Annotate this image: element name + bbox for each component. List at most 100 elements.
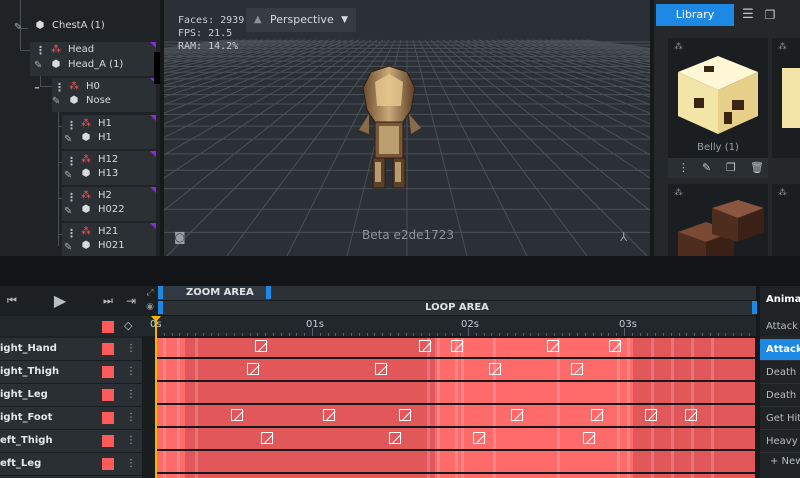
bone-track-row[interactable]: eft_Thigh ⋮ <box>0 430 142 453</box>
outliner-item[interactable]: ⬢ H13 <box>80 167 119 181</box>
keyframe[interactable] <box>231 409 243 421</box>
edit-icon[interactable]: ✎ <box>64 170 72 181</box>
track-color-swatch[interactable] <box>102 321 114 333</box>
track-color-swatch[interactable] <box>102 366 114 378</box>
drag-handle-icon[interactable]: ⋮ <box>35 45 46 56</box>
more-options-icon[interactable]: ⋮ <box>678 161 689 174</box>
library-card[interactable]: ⁂ Belly (1) <box>668 38 768 158</box>
time-ruler[interactable]: 0s 01s 02s 03s <box>142 316 756 336</box>
outliner-item[interactable]: ⁂ H0 <box>68 80 100 94</box>
play-button-icon[interactable]: ▶ <box>24 286 96 316</box>
outliner-item[interactable]: ⁂ H21 <box>80 225 118 239</box>
keyframe[interactable] <box>583 432 595 444</box>
edit-icon[interactable]: ✎ <box>64 206 72 217</box>
bone-track-row[interactable]: ight_Hand ⋮ <box>0 338 142 361</box>
panel-divider[interactable] <box>0 256 800 286</box>
trash-icon[interactable]: 🗑 <box>750 161 764 174</box>
outliner-item[interactable]: ⬢ ChestA (1) <box>34 19 105 33</box>
keyframe[interactable] <box>389 432 401 444</box>
scrollbar-thumb[interactable] <box>154 52 160 84</box>
outliner-item[interactable]: ⁂ H2 <box>80 189 112 203</box>
camera-mode-select[interactable]: ▲ Perspective ▼ <box>246 8 356 32</box>
edit-icon[interactable]: ✎ <box>34 60 42 71</box>
keyframe[interactable] <box>255 340 267 352</box>
animation-item[interactable]: Heavy A <box>760 431 800 453</box>
outliner-item[interactable]: ⬢ H022 <box>80 203 125 217</box>
keyframe-track[interactable] <box>155 338 755 357</box>
menu-icon[interactable]: ☰ <box>738 4 758 26</box>
eye-icon[interactable]: ◉ <box>142 300 158 314</box>
jump-end-icon[interactable]: ⇥ <box>120 286 142 316</box>
keyframe-diamond-icon[interactable]: ◇ <box>124 319 132 332</box>
edit-icon[interactable]: ✎ <box>64 134 72 145</box>
keyframe[interactable] <box>591 409 603 421</box>
track-color-swatch[interactable] <box>102 343 114 355</box>
axes-gizmo-icon[interactable]: ⅄ <box>620 230 627 244</box>
animation-item[interactable]: Death 0 <box>760 362 800 384</box>
3d-viewport[interactable]: Faces: 2939 FPS: 21.5 RAM: 14.2% ▲ Persp… <box>164 0 650 256</box>
keyframe-tracks[interactable] <box>155 338 755 478</box>
outliner-item[interactable]: ⁂ H12 <box>80 153 118 167</box>
drag-handle-icon[interactable]: ⋮ <box>54 82 65 93</box>
keyframe[interactable] <box>547 340 559 352</box>
loop-handle-right[interactable] <box>752 301 757 314</box>
keyframe-track[interactable] <box>155 451 755 472</box>
track-color-swatch[interactable] <box>102 458 114 470</box>
keyframe[interactable] <box>261 432 273 444</box>
keyframe[interactable] <box>645 409 657 421</box>
jump-start-icon[interactable]: ⏮ <box>0 286 24 316</box>
expand-icon[interactable]: ⤢ <box>142 286 158 300</box>
more-options-icon[interactable]: ⋮ <box>126 453 136 475</box>
animation-item[interactable]: Attack 0 <box>760 316 800 338</box>
outliner-item[interactable]: ⬢ Head_A (1) <box>50 58 124 72</box>
collapse-icon[interactable]: – <box>34 82 40 93</box>
keyframe[interactable] <box>323 409 335 421</box>
loop-area[interactable]: LOOP AREA <box>158 301 756 315</box>
track-color-swatch[interactable] <box>102 435 114 447</box>
edit-icon[interactable]: ✎ <box>64 242 72 253</box>
keyframe[interactable] <box>511 409 523 421</box>
drag-handle-icon[interactable]: ⋮ <box>66 192 77 203</box>
more-options-icon[interactable]: ⋮ <box>126 384 136 406</box>
keyframe[interactable] <box>375 363 387 375</box>
outliner-item[interactable]: ⬢ H021 <box>80 239 125 253</box>
keyframe[interactable] <box>399 409 411 421</box>
keyframe[interactable] <box>685 409 697 421</box>
keyframe[interactable] <box>451 340 463 352</box>
keyframe-track[interactable] <box>155 428 755 449</box>
outliner-item[interactable]: ⁂ Head <box>50 43 94 57</box>
library-card[interactable]: ⁂ <box>772 184 800 256</box>
keyframe[interactable] <box>473 432 485 444</box>
outliner-item[interactable]: ⁂ H1 <box>80 117 112 131</box>
edit-icon[interactable]: ✎ <box>702 161 711 174</box>
zoom-handle-right[interactable] <box>266 286 271 299</box>
library-card[interactable]: ⁂ <box>772 38 800 158</box>
new-animation-button[interactable]: + New <box>770 456 800 467</box>
zoom-area[interactable]: ZOOM AREA <box>160 286 270 300</box>
keyframe[interactable] <box>419 340 431 352</box>
animation-item[interactable]: Death R <box>760 385 800 407</box>
bone-track-row[interactable]: eft_Leg ⋮ <box>0 453 142 476</box>
playhead[interactable] <box>155 318 157 478</box>
keyframe[interactable] <box>247 363 259 375</box>
keyframe-track[interactable] <box>155 382 755 403</box>
keyframe[interactable] <box>489 363 501 375</box>
animation-item[interactable]: Get Hit <box>760 408 800 430</box>
more-options-icon[interactable]: ⋮ <box>126 361 136 383</box>
edit-icon[interactable]: ✎ <box>52 96 60 107</box>
more-options-icon[interactable]: ⋮ <box>126 407 136 429</box>
more-options-icon[interactable]: ⋮ <box>126 338 136 360</box>
bone-track-row[interactable]: ight_Thigh ⋮ <box>0 361 142 384</box>
tab-library[interactable]: Library <box>656 4 734 26</box>
track-color-swatch[interactable] <box>102 389 114 401</box>
bone-track-row[interactable]: ight_Leg ⋮ <box>0 384 142 407</box>
keyframe[interactable] <box>609 340 621 352</box>
library-card[interactable]: ⁂ <box>668 184 768 256</box>
window-toggle-icon[interactable]: ❐ <box>760 4 780 26</box>
step-forward-icon[interactable]: ⏭ <box>96 286 120 316</box>
bone-track-row[interactable]: ight_Foot ⋮ <box>0 407 142 430</box>
playhead-marker-icon[interactable] <box>151 316 161 322</box>
keyframe-track[interactable] <box>155 359 755 380</box>
keyframe[interactable] <box>571 363 583 375</box>
more-options-icon[interactable]: ⋮ <box>126 430 136 452</box>
